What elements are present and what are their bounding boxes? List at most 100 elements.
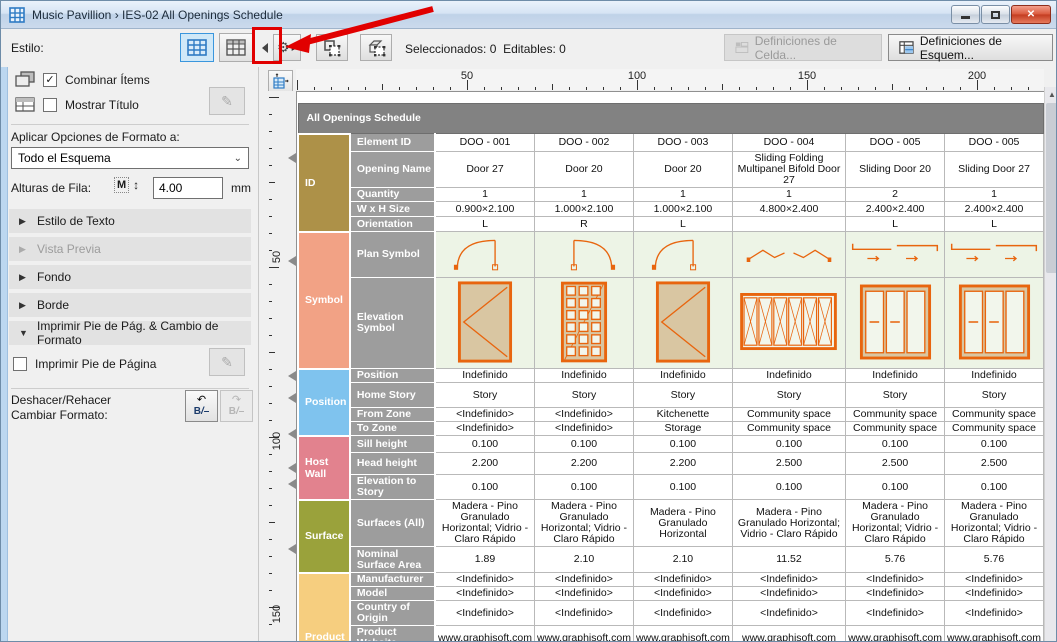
row-boundary-marker[interactable]: [288, 544, 296, 554]
row-label-opening-name[interactable]: Opening Name: [350, 152, 435, 188]
table-cell[interactable]: Madera - Pino Granulado Horizontal; Vidr…: [435, 500, 534, 547]
cell-settings-button[interactable]: Definiciones de Celda...: [724, 34, 882, 61]
table-cell[interactable]: Madera - Pino Granulado Horizontal: [633, 500, 732, 547]
table-cell[interactable]: Indefinido: [732, 369, 845, 383]
table-cell[interactable]: L: [846, 217, 945, 232]
row-boundary-marker[interactable]: [288, 256, 296, 266]
table-cell[interactable]: Story: [435, 383, 534, 408]
table-cell[interactable]: 0.100: [633, 436, 732, 453]
table-cell[interactable]: 0.100: [534, 475, 633, 500]
door-sliding-3panel-elevation-icon[interactable]: [945, 278, 1044, 369]
table-cell[interactable]: Indefinido: [633, 369, 732, 383]
table-cell[interactable]: 2.400×2.400: [945, 202, 1044, 217]
select-criteria-button[interactable]: [360, 34, 392, 61]
row-label-country-of-origin[interactable]: Country of Origin: [350, 601, 435, 626]
vertical-scrollbar[interactable]: ▲: [1044, 87, 1057, 642]
undo-format-button[interactable]: ↶ B/–: [185, 390, 218, 422]
schedule-canvas[interactable]: All Openings ScheduleIDElement IDDOO - 0…: [296, 91, 1044, 642]
table-cell[interactable]: www.graphisoft.com: [633, 626, 732, 642]
table-cell[interactable]: 0.100: [633, 475, 732, 500]
section-fondo[interactable]: ▶Fondo: [9, 265, 251, 289]
door-sliding-plan-icon[interactable]: [846, 232, 945, 278]
table-cell[interactable]: 2.10: [534, 547, 633, 573]
table-cell[interactable]: Madera - Pino Granulado Horizontal; Vidr…: [732, 500, 845, 547]
door-folding-6panel-elevation-icon[interactable]: [732, 278, 845, 369]
scroll-up-icon[interactable]: ▲: [1045, 87, 1057, 102]
table-cell[interactable]: R: [534, 217, 633, 232]
table-cell[interactable]: <Indefinido>: [732, 573, 845, 587]
edit-footer-button[interactable]: ✎: [209, 348, 245, 376]
table-cell[interactable]: Madera - Pino Granulado Horizontal; Vidr…: [945, 500, 1044, 547]
row-label-home-story[interactable]: Home Story: [350, 383, 435, 408]
row-boundary-marker[interactable]: [288, 463, 296, 473]
row-boundary-marker[interactable]: [288, 371, 296, 381]
table-cell[interactable]: <Indefinido>: [534, 601, 633, 626]
table-cell[interactable]: Door 20: [633, 152, 732, 188]
row-label-nominal-surface-area[interactable]: Nominal Surface Area: [350, 547, 435, 573]
row-boundary-marker[interactable]: [288, 479, 296, 489]
table-cell[interactable]: DOO - 001: [435, 134, 534, 152]
row-label-to-zone[interactable]: To Zone: [350, 422, 435, 436]
table-cell[interactable]: <Indefinido>: [534, 408, 633, 422]
close-button[interactable]: ✕: [1011, 5, 1051, 24]
apply-format-dropdown[interactable]: Todo el Esquema ⌄: [11, 147, 249, 169]
table-cell[interactable]: <Indefinido>: [534, 422, 633, 436]
horizontal-ruler[interactable]: 50100150200: [296, 69, 1044, 90]
scrollbar-thumb[interactable]: [1046, 103, 1057, 273]
table-cell[interactable]: 2.200: [633, 453, 732, 475]
table-cell[interactable]: Story: [846, 383, 945, 408]
table-cell[interactable]: 0.900×2.100: [435, 202, 534, 217]
table-cell[interactable]: www.graphisoft.com: [435, 626, 534, 642]
merged-view-button[interactable]: [180, 33, 214, 62]
table-cell[interactable]: Community space: [732, 422, 845, 436]
table-cell[interactable]: 0.100: [846, 436, 945, 453]
table-cell[interactable]: 1: [435, 188, 534, 202]
table-cell[interactable]: 5.76: [945, 547, 1044, 573]
table-cell[interactable]: Madera - Pino Granulado Horizontal; Vidr…: [846, 500, 945, 547]
table-cell[interactable]: [732, 217, 845, 232]
table-cell[interactable]: 1.000×2.100: [633, 202, 732, 217]
table-cell[interactable]: <Indefinido>: [846, 601, 945, 626]
row-boundary-marker[interactable]: [288, 429, 296, 439]
row-label-from-zone[interactable]: From Zone: [350, 408, 435, 422]
table-cell[interactable]: <Indefinido>: [633, 601, 732, 626]
table-cell[interactable]: DOO - 002: [534, 134, 633, 152]
row-label-plan-symbol[interactable]: Plan Symbol: [350, 232, 435, 278]
door-glazed-grid-elevation-icon[interactable]: [534, 278, 633, 369]
row-label-element-id[interactable]: Element ID: [350, 134, 435, 152]
table-cell[interactable]: Community space: [945, 408, 1044, 422]
table-cell[interactable]: www.graphisoft.com: [732, 626, 845, 642]
table-cell[interactable]: 0.100: [945, 475, 1044, 500]
table-cell[interactable]: L: [945, 217, 1044, 232]
section-imprimir-pie-de-p-g-cambio-de-formato[interactable]: ▼Imprimir Pie de Pág. & Cambio de Format…: [9, 321, 251, 345]
row-height-input[interactable]: 4.00: [153, 177, 223, 199]
table-cell[interactable]: Indefinido: [846, 369, 945, 383]
vertical-ruler[interactable]: 50100150: [261, 91, 296, 642]
table-cell[interactable]: <Indefinido>: [435, 601, 534, 626]
table-cell[interactable]: DOO - 003: [633, 134, 732, 152]
row-label-product-website[interactable]: Product Website: [350, 626, 435, 642]
select-elements-button[interactable]: [316, 34, 348, 61]
door-swing-right-plan-icon[interactable]: [534, 232, 633, 278]
table-cell[interactable]: <Indefinido>: [633, 573, 732, 587]
row-label-elevation-symbol[interactable]: Elevation Symbol: [350, 278, 435, 369]
restore-button[interactable]: [981, 5, 1010, 24]
table-cell[interactable]: 0.100: [435, 475, 534, 500]
table-cell[interactable]: Sliding Folding Multipanel Bifold Door 2…: [732, 152, 845, 188]
table-cell[interactable]: <Indefinido>: [945, 601, 1044, 626]
table-cell[interactable]: 1: [945, 188, 1044, 202]
door-flush-elevation-icon[interactable]: [435, 278, 534, 369]
table-cell[interactable]: Sliding Door 20: [846, 152, 945, 188]
row-label-model[interactable]: Model: [350, 587, 435, 601]
combine-items-checkbox[interactable]: ✓: [43, 73, 57, 87]
table-cell[interactable]: 1.000×2.100: [534, 202, 633, 217]
title-bar[interactable]: Music Pavillion › IES-02 All Openings Sc…: [1, 1, 1056, 29]
table-cell[interactable]: 0.100: [945, 436, 1044, 453]
table-cell[interactable]: 1.89: [435, 547, 534, 573]
table-cell[interactable]: 5.76: [846, 547, 945, 573]
row-label-position[interactable]: Position: [350, 369, 435, 383]
row-label-w-x-h-size[interactable]: W x H Size: [350, 202, 435, 217]
table-cell[interactable]: L: [633, 217, 732, 232]
table-cell[interactable]: Community space: [732, 408, 845, 422]
table-cell[interactable]: 2.500: [732, 453, 845, 475]
